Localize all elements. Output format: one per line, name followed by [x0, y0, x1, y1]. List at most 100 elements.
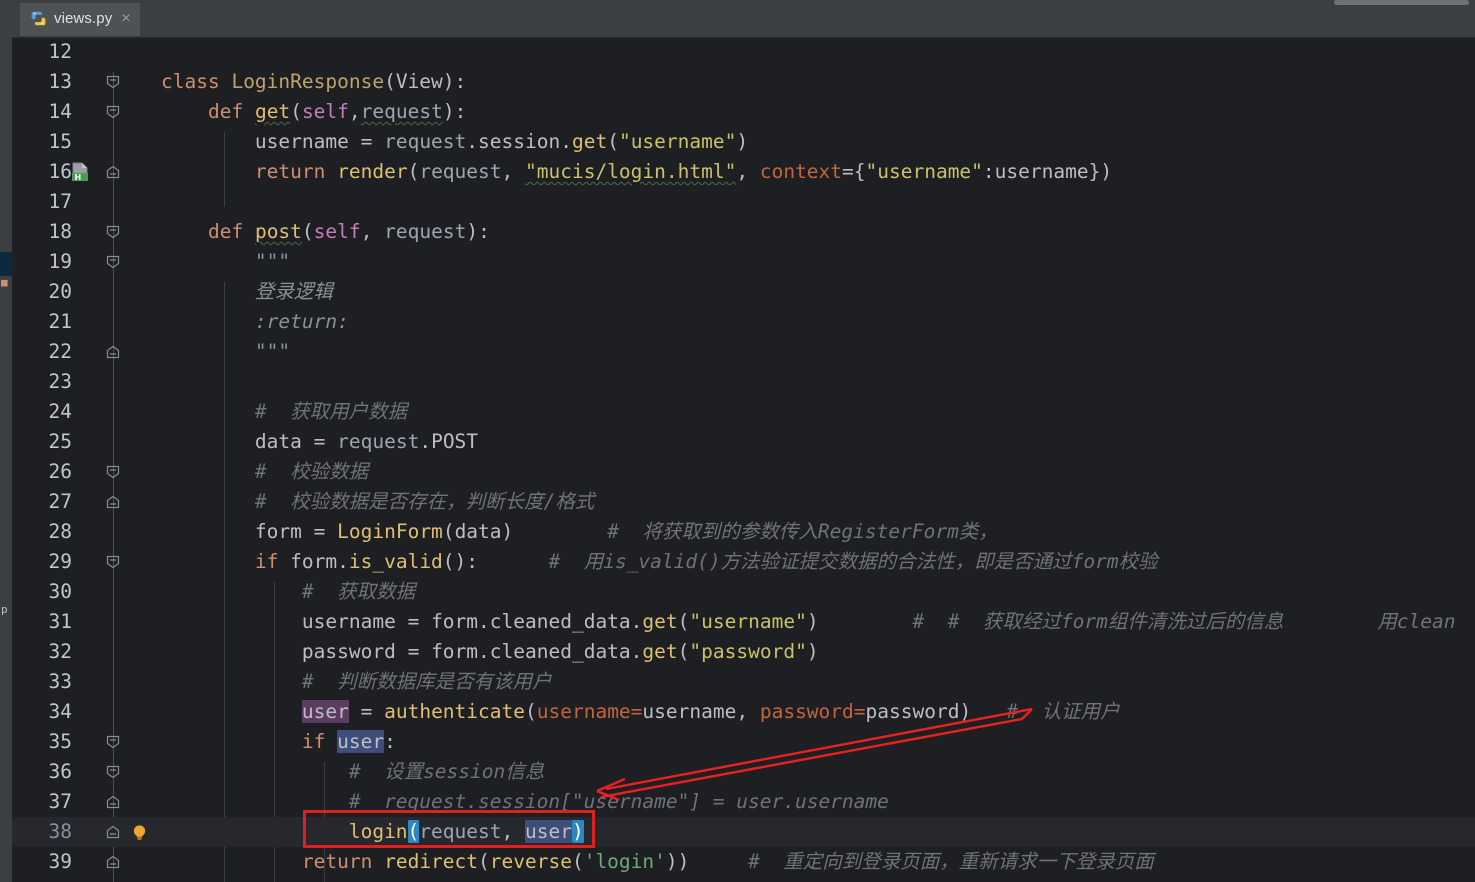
comment-text: # 认证用户 — [1006, 700, 1120, 723]
project-tool-window-strip[interactable]: ■ p — [0, 0, 12, 882]
code-text: # 校验数据是否存在，判断长度/格式 — [161, 487, 594, 517]
code-line-34[interactable]: 34 user = authenticate(username=username… — [12, 697, 1475, 727]
usage-highlight-user: user — [301, 700, 349, 723]
code-line-25[interactable]: 25 data = request.POST — [12, 427, 1475, 457]
fold-marker-collapsed-end[interactable] — [104, 787, 122, 817]
fold-marker-collapsed-end[interactable] — [104, 817, 122, 847]
docstring-return-tag: :return: — [254, 310, 349, 333]
line-number: 20 — [48, 280, 72, 303]
line-number: 36 — [48, 760, 72, 783]
comment-text: # 用is_valid()方法验证提交数据的合法性，即是否通过form校验 — [548, 550, 1158, 573]
fold-marker-expanded[interactable] — [104, 247, 122, 277]
editor-tab-bar: views.py × — [12, 0, 1475, 38]
scrollbar-thumb[interactable] — [1334, 0, 1469, 5]
comment-text: # 校验数据是否存在，判断长度/格式 — [254, 490, 595, 513]
code-line-29[interactable]: 29 if form.is_valid(): # 用is_valid()方法验证… — [12, 547, 1475, 577]
comment-text: # 校验数据 — [254, 460, 369, 483]
code-line-24[interactable]: 24 # 获取用户数据 — [12, 397, 1475, 427]
fold-marker-collapsed-end[interactable] — [104, 847, 122, 877]
code-text: :return: — [161, 307, 349, 337]
project-tree-glyph-1: ■ — [1, 277, 8, 289]
code-line-31[interactable]: 31 username = form.cleaned_data.get("use… — [12, 607, 1475, 637]
line-number: 30 — [48, 580, 72, 603]
code-line-17[interactable]: 17 — [12, 187, 1475, 217]
code-line-26[interactable]: 26 # 校验数据 — [12, 457, 1475, 487]
close-icon[interactable]: × — [121, 10, 130, 26]
code-text: def post(self, request): — [207, 220, 490, 243]
line-number: 16 — [48, 160, 72, 183]
code-line-39[interactable]: 39 return redirect(reverse('login')) # 重… — [12, 847, 1475, 877]
fold-marker-expanded[interactable] — [104, 457, 122, 487]
code-text: if user: — [301, 730, 396, 753]
svg-text:H: H — [75, 173, 82, 182]
comment-text: # 获取用户数据 — [254, 400, 408, 423]
fold-marker-expanded[interactable] — [104, 547, 122, 577]
code-line-21[interactable]: 21 :return: — [12, 307, 1475, 337]
code-line-13[interactable]: 13 class LoginResponse(View): — [12, 67, 1475, 97]
docstring-text: 登录逻辑 — [254, 280, 333, 303]
code-text: # 设置session信息 — [161, 757, 544, 787]
selection-highlight-user-arg: user — [524, 820, 572, 843]
project-tree-selected-row[interactable] — [0, 252, 12, 276]
code-text: """ — [254, 340, 291, 363]
code-text: return redirect(reverse('login')) # 重定向到… — [301, 850, 1154, 873]
comment-text: # 将获取到的参数传入RegisterForm类， — [607, 520, 998, 543]
fold-marker-expanded[interactable] — [104, 97, 122, 127]
code-text: # 获取数据 — [161, 577, 415, 607]
line-number: 15 — [48, 130, 72, 153]
line-number: 21 — [48, 310, 72, 333]
code-line-37[interactable]: 37 # request.session["username"] = user.… — [12, 787, 1475, 817]
code-line-19[interactable]: 19 """ — [12, 247, 1475, 277]
line-number: 34 — [48, 700, 72, 723]
code-text: data = request.POST — [254, 430, 479, 453]
code-line-32[interactable]: 32 password = form.cleaned_data.get("pas… — [12, 637, 1475, 667]
fold-marker-collapsed-end[interactable] — [104, 487, 122, 517]
code-line-27[interactable]: 27 # 校验数据是否存在，判断长度/格式 — [12, 487, 1475, 517]
fold-marker-collapsed-end[interactable] — [104, 157, 122, 187]
code-line-36[interactable]: 36 # 设置session信息 — [12, 757, 1475, 787]
fold-marker-expanded[interactable] — [104, 67, 122, 97]
comment-text: # 设置session信息 — [348, 760, 545, 783]
code-line-20[interactable]: 20 登录逻辑 — [12, 277, 1475, 307]
comment-text: # 获取数据 — [301, 580, 416, 603]
fold-marker-collapsed-end[interactable] — [104, 337, 122, 367]
comment-text: # 判断数据库是否有该用户 — [301, 670, 552, 693]
editor-tab-views-py[interactable]: views.py × — [20, 3, 140, 36]
line-number: 12 — [48, 40, 72, 63]
code-line-40-partial[interactable] — [12, 877, 1475, 882]
line-number: 29 — [48, 550, 72, 573]
code-line-15[interactable]: 15 username = request.session.get("usern… — [12, 127, 1475, 157]
fold-marker-expanded[interactable] — [104, 727, 122, 757]
html-related-file-icon[interactable]: H — [70, 162, 92, 187]
horizontal-scrollbar[interactable] — [1279, 0, 1475, 6]
code-text: # 获取用户数据 — [161, 397, 407, 427]
selection-highlight-user: user — [337, 730, 385, 753]
code-line-18[interactable]: 18 def post(self, request): — [12, 217, 1475, 247]
code-line-30[interactable]: 30 # 获取数据 — [12, 577, 1475, 607]
intention-bulb-icon[interactable] — [130, 823, 149, 846]
code-text: username = form.cleaned_data.get("userna… — [301, 610, 1456, 633]
code-line-38[interactable]: 38 login(request, user) — [12, 817, 1475, 847]
code-line-35[interactable]: 35 if user: — [12, 727, 1475, 757]
line-number: 39 — [48, 850, 72, 873]
code-text: # 判断数据库是否有该用户 — [161, 667, 552, 697]
line-number: 37 — [48, 790, 72, 813]
fold-marker-expanded[interactable] — [104, 757, 122, 787]
code-line-22[interactable]: 22 """ — [12, 337, 1475, 367]
ide-window: ■ p views.py × 12 13 class LoginResponse… — [0, 0, 1475, 882]
line-number: 25 — [48, 430, 72, 453]
comment-text-overflow: 用clean — [1377, 610, 1456, 633]
code-line-14[interactable]: 14 def get(self,request): — [12, 97, 1475, 127]
line-number: 32 — [48, 640, 72, 663]
code-line-28[interactable]: 28 form = LoginForm(data) # 将获取到的参数传入Reg… — [12, 517, 1475, 547]
fold-marker-expanded[interactable] — [104, 877, 122, 882]
fold-marker-expanded[interactable] — [104, 217, 122, 247]
code-line-16[interactable]: 16 H return render(request, "mucis/login… — [12, 157, 1475, 187]
comment-text: # request.session["username"] = user.use… — [348, 790, 889, 813]
code-line-23[interactable]: 23 — [12, 367, 1475, 397]
code-text: return render(request, "mucis/login.html… — [254, 160, 1113, 183]
code-editor[interactable]: 12 13 class LoginResponse(View): 14 def … — [12, 37, 1475, 882]
code-text: 登录逻辑 — [161, 277, 333, 307]
code-line-33[interactable]: 33 # 判断数据库是否有该用户 — [12, 667, 1475, 697]
code-line-12[interactable]: 12 — [12, 37, 1475, 67]
